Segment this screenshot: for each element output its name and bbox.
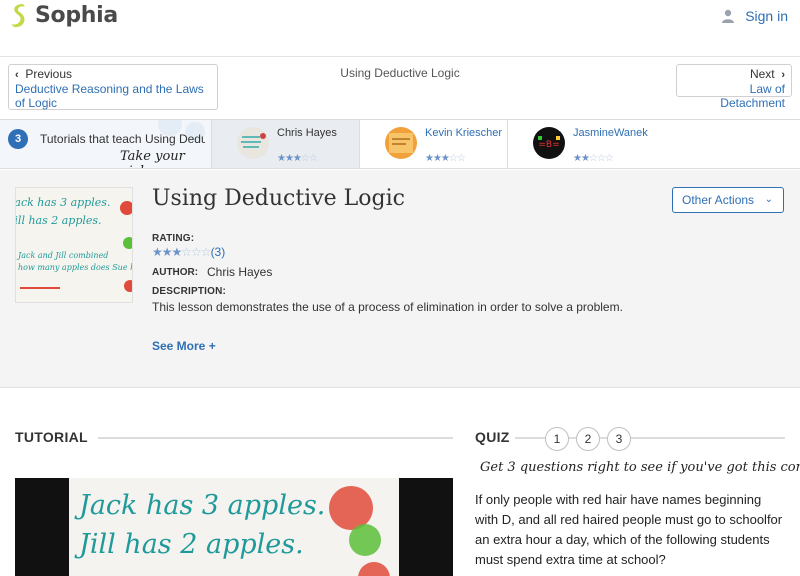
next-lesson-link[interactable]: Law of Detachment bbox=[683, 82, 785, 110]
svg-text:Jill has 2 apples.: Jill has 2 apples. bbox=[74, 529, 304, 560]
tutorial-video-player[interactable]: Jack has 3 apples. Jill has 2 apples. bbox=[15, 478, 453, 576]
tutorial-thumbnail bbox=[237, 127, 269, 159]
other-actions-label: Other Actions bbox=[682, 193, 755, 207]
chevron-right-icon: › bbox=[781, 69, 785, 81]
author-label: AUTHOR: bbox=[152, 267, 199, 278]
tutorial-card-jasmine-wanek[interactable]: =B= JasmineWanek ★★☆☆☆ bbox=[507, 120, 800, 168]
site-header: Sophia Sign in bbox=[0, 0, 800, 57]
svg-text:Jack and Jill combined: Jack and Jill combined bbox=[16, 251, 108, 260]
sophia-logo[interactable]: Sophia bbox=[9, 2, 118, 28]
brand-name: Sophia bbox=[35, 2, 118, 28]
tutorial-picker: 3 Tutorials that teach Using Deductive L… bbox=[0, 119, 800, 169]
lesson-info-panel: Jack has 3 apples. Jill has 2 apples. Ja… bbox=[0, 170, 800, 388]
tutorial-author: JasmineWanek bbox=[573, 127, 648, 139]
signin-button[interactable]: Sign in bbox=[721, 8, 788, 24]
lesson-thumbnail[interactable]: Jack has 3 apples. Jill has 2 apples. Ja… bbox=[15, 187, 133, 303]
tutorial-author: Kevin Kriescher bbox=[425, 127, 503, 139]
tutorial-picker-header: 3 Tutorials that teach Using Deductive L… bbox=[0, 120, 211, 168]
star-rating-icon: ★★☆☆☆ bbox=[573, 153, 614, 164]
star-rating-icon: ★★★☆☆ bbox=[425, 153, 466, 164]
tutorial-picker-label: Tutorials that teach Using Deductive Log… bbox=[40, 132, 205, 146]
svg-text:Jack has 3 apples.: Jack has 3 apples. bbox=[74, 490, 325, 521]
sophia-logo-icon bbox=[11, 4, 25, 28]
svg-text:Jack has 3 apples.: Jack has 3 apples. bbox=[16, 196, 110, 209]
svg-text:how many apples does Sue have?: how many apples does Sue have? bbox=[18, 263, 133, 272]
lesson-rating[interactable]: ★★★☆☆☆(3) bbox=[152, 245, 225, 259]
tutorial-author: Chris Hayes bbox=[277, 127, 337, 139]
svg-text:=B=: =B= bbox=[538, 140, 559, 150]
tutorial-section-title: TUTORIAL bbox=[15, 429, 88, 445]
see-more-link[interactable]: See More + bbox=[152, 339, 216, 353]
rating-label: RATING: bbox=[152, 233, 195, 244]
next-lesson-button[interactable]: Next › Law of Detachment bbox=[676, 64, 792, 110]
other-actions-button[interactable]: Other Actions ⌄ bbox=[672, 187, 784, 213]
tutorial-thumbnail: =B= bbox=[533, 127, 565, 159]
star-rating-icon: ★★★☆☆ bbox=[277, 153, 318, 164]
signin-label: Sign in bbox=[745, 8, 788, 24]
video-frame: Jack has 3 apples. Jill has 2 apples. bbox=[69, 478, 399, 576]
tutorial-card-kevin-kriescher[interactable]: Kevin Kriescher ★★★☆☆ bbox=[359, 120, 507, 168]
lesson-description: This lesson demonstrates the use of a pr… bbox=[152, 300, 623, 314]
quiz-question-1[interactable]: 1 bbox=[545, 427, 569, 451]
next-label: Next bbox=[749, 67, 775, 81]
quiz-section-title: QUIZ bbox=[475, 429, 510, 445]
svg-text:Jill has 2 apples.: Jill has 2 apples. bbox=[16, 214, 102, 227]
description-label: DESCRIPTION: bbox=[152, 286, 227, 297]
quiz-question-2[interactable]: 2 bbox=[576, 427, 600, 451]
tutorial-thumbnail bbox=[385, 127, 417, 159]
quiz-hint: Get 3 questions right to see if you've g… bbox=[480, 460, 800, 475]
lesson-nav: ‹ Previous Deductive Reasoning and the L… bbox=[0, 58, 800, 118]
star-rating-icon: ★★★☆☆☆ bbox=[152, 245, 212, 259]
previous-lesson-link[interactable]: Deductive Reasoning and the Laws of Logi… bbox=[15, 82, 211, 110]
lesson-title: Using Deductive Logic bbox=[152, 186, 405, 211]
tutorial-count-badge: 3 bbox=[8, 129, 28, 149]
chevron-down-icon: ⌄ bbox=[764, 194, 773, 205]
take-your-pick-text: Take your pick: bbox=[120, 149, 185, 168]
quiz-question-text: If only people with red hair have names … bbox=[475, 492, 783, 567]
quiz-question-3[interactable]: 3 bbox=[607, 427, 631, 451]
lesson-author: Chris Hayes bbox=[207, 265, 273, 279]
tutorial-card-chris-hayes[interactable]: Chris Hayes ★★★☆☆ bbox=[211, 120, 359, 168]
section-divider bbox=[98, 437, 453, 439]
user-icon bbox=[722, 9, 735, 23]
rating-count: (3) bbox=[210, 245, 226, 259]
